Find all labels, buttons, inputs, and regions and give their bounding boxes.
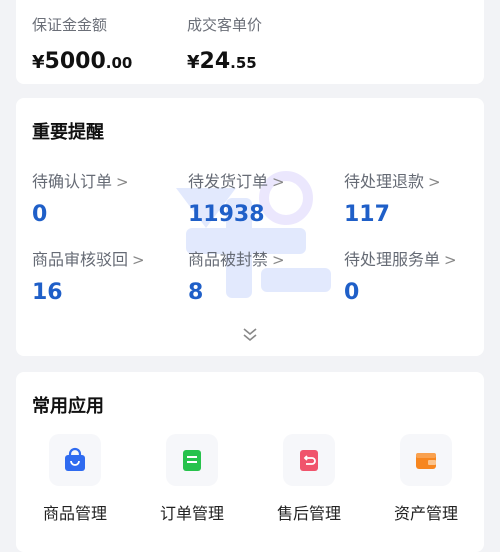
app-order-management[interactable]: 订单管理 <box>137 434 247 524</box>
unit-price-decimal: .55 <box>230 54 257 72</box>
apps-title: 常用应用 <box>32 396 104 417</box>
app-label: 资产管理 <box>393 504 458 523</box>
return-icon <box>300 450 318 471</box>
unit-price-value: ¥24.55 <box>187 49 262 74</box>
apps-card: 常用应用 商品管理 订单管理 售后管理 资产管理 <box>16 372 484 552</box>
app-label: 售后管理 <box>276 504 341 523</box>
app-label: 商品管理 <box>42 504 107 523</box>
app-after-sales-management[interactable]: 售后管理 <box>254 434 364 524</box>
wallet-icon <box>416 453 436 469</box>
deposit-value: ¥5000.00 <box>32 49 132 74</box>
reminder-label: 待发货订单 <box>188 172 269 191</box>
reminder-value: 16 <box>32 280 63 305</box>
unit-price-currency: ¥ <box>187 52 200 73</box>
deposit-integer: 5000 <box>44 49 106 74</box>
deposit-currency: ¥ <box>32 52 45 73</box>
reminder-label: 待确认订单 <box>32 172 113 191</box>
reminder-label: 商品审核驳回 <box>32 250 129 269</box>
app-icon-box <box>400 434 452 486</box>
unit-price-label: 成交客单价 <box>187 16 263 34</box>
reminder-item-pending-refund[interactable]: 待处理退款 > 117 <box>344 168 441 227</box>
reminders-card: 重要提醒 待确认订单 > 0 待发货订单 > 11938 待处理退款 > 117 商品… <box>16 98 484 356</box>
chevron-right-icon: > <box>272 251 285 269</box>
unit-price-integer: 24 <box>199 49 231 74</box>
reminder-item-banned[interactable]: 商品被封禁 > 8 <box>188 246 285 305</box>
reminder-value: 11938 <box>188 202 265 227</box>
reminders-title: 重要提醒 <box>32 122 104 143</box>
deposit-label: 保证金金额 <box>32 16 108 34</box>
app-label: 订单管理 <box>159 504 224 523</box>
chevron-right-icon: > <box>272 173 285 191</box>
reminder-item-pending-confirm[interactable]: 待确认订单 > 0 <box>32 168 129 227</box>
reminder-item-service-orders[interactable]: 待处理服务单 > 0 <box>344 246 457 305</box>
reminder-value: 0 <box>32 202 48 227</box>
reminder-label: 商品被封禁 <box>188 250 269 269</box>
expand-chevron-icon[interactable] <box>241 326 259 344</box>
unit-price-stat[interactable]: 成交客单价 ¥24.55 <box>187 14 262 74</box>
app-asset-management[interactable]: 资产管理 <box>371 434 481 524</box>
reminder-item-review-rejected[interactable]: 商品审核驳回 > 16 <box>32 246 145 305</box>
shopping-bag-icon <box>65 447 85 471</box>
deposit-decimal: .00 <box>105 54 133 72</box>
deposit-stat[interactable]: 保证金金额 ¥5000.00 <box>32 14 132 74</box>
chevron-right-icon: > <box>132 251 145 269</box>
summary-card: 保证金金额 ¥5000.00 成交客单价 ¥24.55 <box>16 0 484 84</box>
reminder-value: 0 <box>344 280 360 305</box>
order-list-icon <box>183 450 201 471</box>
app-icon-box <box>166 434 218 486</box>
app-product-management[interactable]: 商品管理 <box>20 434 130 524</box>
reminder-label: 待处理服务单 <box>344 250 441 269</box>
reminder-label: 待处理退款 <box>344 172 425 191</box>
chevron-right-icon: > <box>428 173 441 191</box>
reminder-item-pending-ship[interactable]: 待发货订单 > 11938 <box>188 168 285 227</box>
reminder-value: 117 <box>344 202 390 227</box>
chevron-right-icon: > <box>116 173 129 191</box>
app-icon-box <box>49 434 101 486</box>
reminder-value: 8 <box>188 280 204 305</box>
chevron-right-icon: > <box>444 251 457 269</box>
app-icon-box <box>283 434 335 486</box>
